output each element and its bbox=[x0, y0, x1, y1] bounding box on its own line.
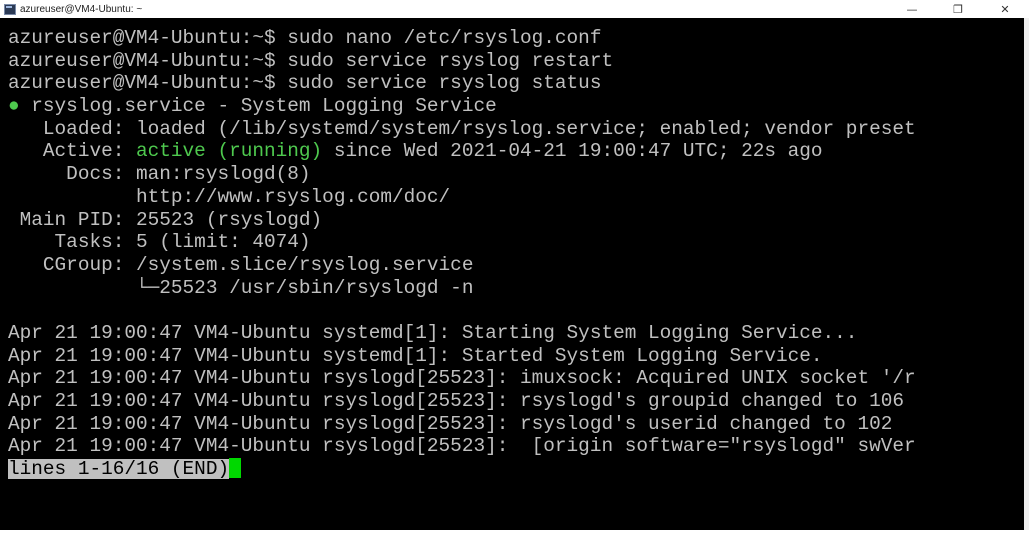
log-line: Apr 21 19:00:47 VM4-Ubuntu systemd[1]: S… bbox=[8, 321, 858, 344]
minimize-button[interactable]: — bbox=[889, 0, 935, 18]
command-line: azureuser@VM4-Ubuntu:~$ sudo nano /etc/r… bbox=[8, 27, 602, 49]
terminal-icon bbox=[4, 3, 16, 15]
window-bottom-edge bbox=[0, 530, 1029, 544]
cgroup-line: CGroup: /system.slice/rsyslog.service bbox=[8, 253, 474, 276]
terminal-text: azureuser@VM4-Ubuntu:~$ sudo nano /etc/r… bbox=[8, 27, 916, 481]
log-line: Apr 21 19:00:47 VM4-Ubuntu rsyslogd[2552… bbox=[8, 412, 893, 435]
service-header-line: ● rsyslog.service - System Logging Servi… bbox=[8, 95, 916, 118]
service-header: rsyslog.service - System Logging Service bbox=[19, 95, 497, 118]
pager-line: lines 1-16/16 (END) bbox=[8, 458, 916, 481]
close-button[interactable]: ✕ bbox=[981, 0, 1029, 18]
log-line: Apr 21 19:00:47 VM4-Ubuntu rsyslogd[2552… bbox=[8, 390, 904, 412]
docs-line: Docs: man:rsyslogd(8) bbox=[8, 163, 311, 186]
main-pid-line: Main PID: 25523 (rsyslogd) bbox=[8, 208, 323, 231]
log-line: Apr 21 19:00:47 VM4-Ubuntu rsyslogd[2552… bbox=[8, 435, 916, 458]
window-title: azureuser@VM4-Ubuntu: ~ bbox=[20, 3, 143, 15]
active-label: Active: bbox=[8, 140, 136, 163]
tasks-line: Tasks: 5 (limit: 4074) bbox=[8, 231, 311, 254]
active-state: active (running) bbox=[136, 140, 323, 163]
pager-status: lines 1-16/16 (END) bbox=[8, 458, 230, 481]
text-cursor bbox=[229, 458, 242, 479]
docs-line: http://www.rsyslog.com/doc/ bbox=[8, 185, 451, 208]
log-line: Apr 21 19:00:47 VM4-Ubuntu systemd[1]: S… bbox=[8, 344, 823, 367]
active-since: since Wed 2021-04-21 19:00:47 UTC; 22s a… bbox=[322, 140, 823, 163]
active-line: Active: active (running) since Wed 2021-… bbox=[8, 140, 916, 163]
scrollbar[interactable] bbox=[1024, 18, 1029, 530]
terminal-output[interactable]: azureuser@VM4-Ubuntu:~$ sudo nano /etc/r… bbox=[0, 18, 1024, 530]
command-line: azureuser@VM4-Ubuntu:~$ sudo service rsy… bbox=[8, 72, 602, 95]
loaded-line: Loaded: loaded (/lib/systemd/system/rsys… bbox=[8, 117, 916, 140]
window-controls: — ❐ ✕ bbox=[889, 0, 1029, 18]
maximize-button[interactable]: ❐ bbox=[935, 0, 981, 18]
active-bullet-icon: ● bbox=[8, 95, 20, 118]
command-line: azureuser@VM4-Ubuntu:~$ sudo service rsy… bbox=[8, 49, 614, 72]
cgroup-child-line: └─25523 /usr/sbin/rsyslogd -n bbox=[8, 276, 474, 299]
window-titlebar[interactable]: azureuser@VM4-Ubuntu: ~ — ❐ ✕ bbox=[0, 0, 1029, 18]
log-line: Apr 21 19:00:47 VM4-Ubuntu rsyslogd[2552… bbox=[8, 367, 916, 390]
